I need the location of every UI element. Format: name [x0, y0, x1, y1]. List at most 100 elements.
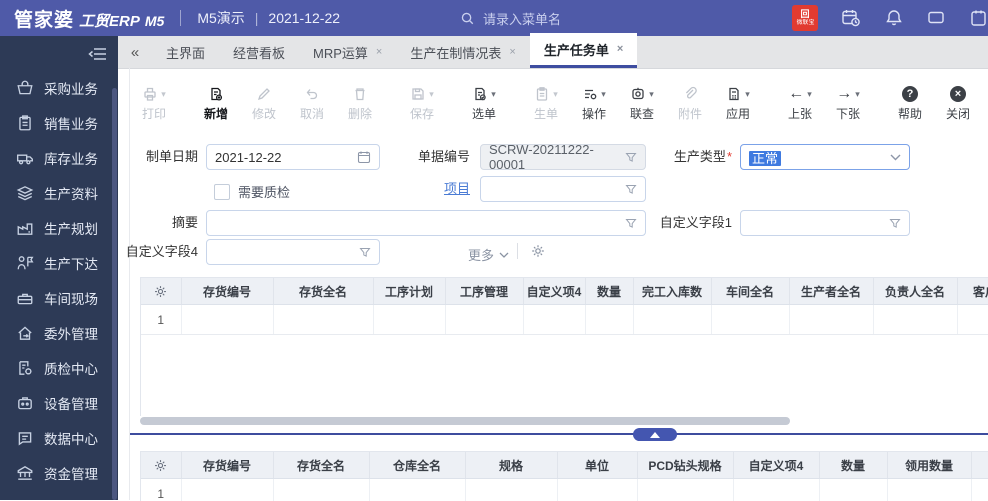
print-button[interactable]: ▾ 打印 [130, 86, 178, 122]
grid-settings-gear-icon[interactable] [141, 278, 181, 305]
column-header[interactable]: 领用数量 [887, 452, 971, 479]
chevron-down-icon[interactable] [890, 154, 901, 161]
operations-button[interactable]: ▾ 操作 [570, 86, 618, 122]
column-header[interactable]: 存货编号 [181, 278, 273, 305]
more-toggle[interactable]: 更多 [468, 245, 509, 264]
filter-icon[interactable] [889, 217, 901, 229]
bell-icon[interactable] [884, 8, 904, 28]
need-qc-checkbox[interactable] [214, 184, 230, 200]
close-tab-icon[interactable]: × [617, 43, 623, 55]
sidebar-item-quality[interactable]: 质检中心 [0, 350, 112, 385]
sidebar-item-inventory[interactable]: 库存业务 [0, 140, 112, 175]
column-header[interactable]: 使用数量 [971, 452, 988, 479]
tab-production-task[interactable]: 生产任务单× [530, 33, 637, 68]
sidebar-item-production-dispatch[interactable]: 生产下达 [0, 245, 112, 280]
table-row[interactable]: 1 [141, 305, 988, 335]
new-button[interactable]: 新增 [192, 86, 240, 122]
project-input[interactable] [480, 176, 646, 202]
filter-icon[interactable] [359, 246, 371, 258]
next-record-button[interactable]: → ▾ 下张 [824, 86, 872, 122]
horizontal-scrollbar[interactable] [140, 417, 790, 425]
project-link[interactable]: 项目 [420, 176, 470, 202]
tab-dashboard[interactable]: 经营看板 [219, 36, 299, 68]
message-icon[interactable] [926, 8, 946, 28]
form-settings-gear-icon[interactable] [530, 243, 546, 259]
filter-icon[interactable] [625, 217, 637, 229]
wechat-pay-badge[interactable]: 回 微联宝 [792, 5, 818, 31]
column-header[interactable]: 自定义项4 [523, 278, 585, 305]
tab-mrp[interactable]: MRP运算× [299, 36, 396, 68]
column-header[interactable]: 存货全名 [273, 452, 369, 479]
sidebar-item-finance[interactable]: 资金管理 [0, 455, 112, 490]
menu-search-input[interactable]: 请录入菜单名 [460, 9, 561, 28]
sidebar-collapse-icon[interactable] [88, 46, 108, 62]
column-header[interactable]: 仓库全名 [369, 452, 465, 479]
summary-input[interactable] [206, 210, 646, 236]
close-tab-icon[interactable]: × [376, 46, 382, 58]
dropdown-caret-icon[interactable]: ▾ [601, 89, 606, 100]
table-row[interactable]: 1 [141, 479, 988, 501]
filter-icon[interactable] [625, 183, 637, 195]
previous-record-button[interactable]: ← ▾ 上张 [776, 86, 824, 122]
column-header[interactable]: 存货编号 [181, 452, 273, 479]
tab-wip-report[interactable]: 生产在制情况表× [396, 36, 529, 68]
make-date-input[interactable]: 2021-12-22 [206, 144, 380, 170]
dropdown-caret-icon[interactable]: ▾ [807, 89, 812, 100]
generate-order-button[interactable]: ▾ 生单 [522, 86, 570, 122]
apply-button[interactable]: ▾ 应用 [714, 86, 762, 122]
dropdown-caret-icon[interactable]: ▾ [553, 89, 558, 100]
column-header[interactable]: 工序计划 [373, 278, 445, 305]
column-header[interactable]: 生产者全名 [789, 278, 873, 305]
column-header[interactable]: 完工入库数 [633, 278, 711, 305]
column-header[interactable]: 车间全名 [711, 278, 789, 305]
dropdown-caret-icon[interactable]: ▾ [491, 89, 496, 100]
column-header[interactable]: 客户全名 [957, 278, 988, 305]
dropdown-caret-icon[interactable]: ▾ [649, 89, 654, 100]
sidebar-item-outsourcing[interactable]: 委外管理 [0, 315, 112, 350]
panel-splitter[interactable] [130, 433, 988, 435]
column-header[interactable]: 数量 [819, 452, 887, 479]
dropdown-caret-icon[interactable]: ▾ [855, 89, 860, 100]
clipboard-tasks-icon[interactable] [968, 8, 988, 28]
sidebar-item-purchase[interactable]: 采购业务 [0, 70, 112, 105]
save-button[interactable]: ▾ 保存 [398, 86, 446, 122]
column-header[interactable]: 规格 [465, 452, 557, 479]
column-header[interactable]: 工序管理 [445, 278, 523, 305]
calendar-icon[interactable] [357, 150, 371, 164]
tabs-scroll-left-icon[interactable]: « [118, 36, 152, 68]
sidebar-scrollbar[interactable] [112, 88, 117, 500]
column-header[interactable]: 数量 [585, 278, 633, 305]
need-qc-field[interactable]: 需要质检 [214, 182, 290, 201]
splitter-collapse-handle[interactable] [633, 428, 677, 441]
delete-button[interactable]: 删除 [336, 86, 384, 122]
tab-home[interactable]: 主界面 [152, 36, 219, 68]
sidebar-item-production-data[interactable]: 生产资料 [0, 175, 112, 210]
column-header[interactable]: 负责人全名 [873, 278, 957, 305]
attachment-button[interactable]: 附件 [666, 86, 714, 122]
edit-button[interactable]: 修改 [240, 86, 288, 122]
prod-type-select[interactable]: 正常 [740, 144, 910, 170]
sidebar-item-equipment[interactable]: 设备管理 [0, 385, 112, 420]
sidebar-item-sales[interactable]: 销售业务 [0, 105, 112, 140]
cancel-button[interactable]: 取消 [288, 86, 336, 122]
dropdown-caret-icon[interactable]: ▾ [161, 89, 166, 100]
close-button[interactable]: × 关闭 [934, 86, 982, 122]
select-order-button[interactable]: ▾ 选单 [460, 86, 508, 122]
filter-icon[interactable] [625, 151, 637, 163]
custom-field4-input[interactable] [206, 239, 380, 265]
close-tab-icon[interactable]: × [509, 46, 515, 58]
column-header[interactable]: PCD钻头规格 [637, 452, 733, 479]
calendar-clock-icon[interactable] [840, 7, 862, 29]
column-header[interactable]: 自定义项4 [733, 452, 819, 479]
grid-settings-gear-icon[interactable] [141, 452, 181, 479]
column-header[interactable]: 存货全名 [273, 278, 373, 305]
sidebar-item-workshop[interactable]: 车间现场 [0, 280, 112, 315]
column-header[interactable]: 单位 [557, 452, 637, 479]
dropdown-caret-icon[interactable]: ▾ [429, 89, 434, 100]
custom-field1-input[interactable] [740, 210, 910, 236]
sidebar-item-production-planning[interactable]: 生产规划 [0, 210, 112, 245]
dropdown-caret-icon[interactable]: ▾ [745, 89, 750, 100]
linked-query-button[interactable]: ▾ 联查 [618, 86, 666, 122]
help-button[interactable]: ? 帮助 [886, 86, 934, 122]
sidebar-item-data-center[interactable]: 数据中心 [0, 420, 112, 455]
